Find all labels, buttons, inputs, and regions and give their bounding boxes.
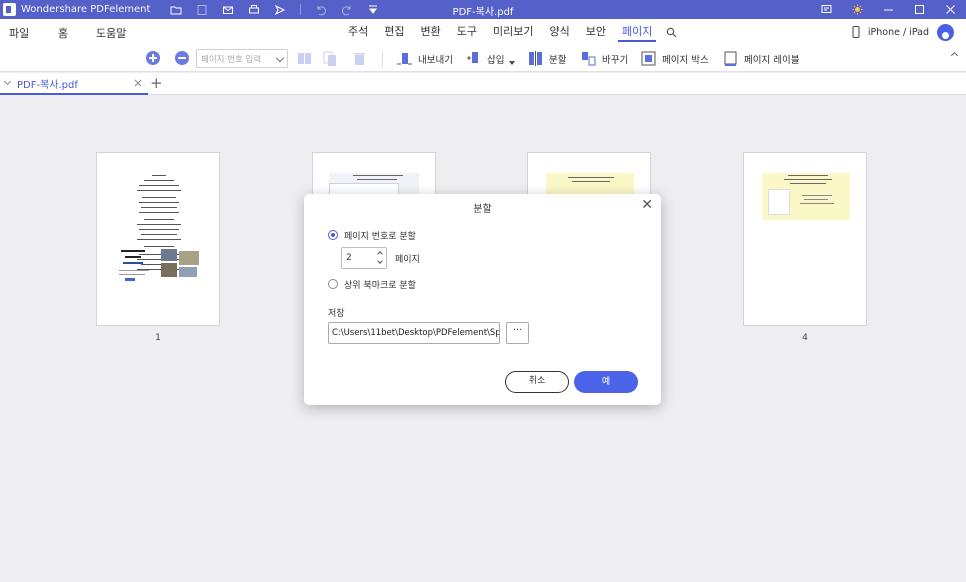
theme-sun-icon[interactable] bbox=[842, 0, 873, 19]
zoom-out-button[interactable] bbox=[175, 51, 189, 65]
ok-button[interactable]: 예 bbox=[574, 371, 638, 393]
tab-bar: PDF-복사.pdf × + bbox=[0, 73, 966, 95]
split-icon bbox=[529, 51, 542, 66]
page-thumbnail-4[interactable] bbox=[743, 152, 867, 326]
page-unit-label: 페이지 bbox=[395, 255, 420, 265]
close-window-icon[interactable] bbox=[935, 0, 966, 19]
export-button[interactable]: 내보내기 bbox=[396, 50, 453, 67]
page-box-label: 페이지 박스 bbox=[662, 54, 709, 66]
split-by-bookmark-label: 상위 북마크로 분할 bbox=[344, 281, 416, 291]
page-label-button[interactable]: 페이지 레이블 bbox=[722, 50, 799, 67]
save-location-label: 저장 bbox=[328, 309, 345, 319]
menu-view[interactable]: 미리보기 bbox=[485, 19, 541, 45]
print-icon[interactable] bbox=[248, 4, 260, 16]
menu-bar: 파일 홈 도움말 주석 편집 변환 도구 미리보기 양식 보안 페이지 iPho… bbox=[0, 19, 966, 45]
maximize-icon[interactable] bbox=[904, 0, 935, 19]
share-icon[interactable] bbox=[274, 4, 286, 16]
device-link[interactable]: iPhone / iPad bbox=[868, 27, 929, 38]
duplicate-page-button[interactable] bbox=[322, 50, 339, 67]
user-avatar[interactable] bbox=[937, 23, 954, 41]
insert-label: 삽입 bbox=[487, 54, 505, 66]
delete-page-button[interactable] bbox=[351, 50, 368, 67]
extract-icon bbox=[298, 53, 311, 64]
split-by-page-label: 페이지 번호로 분할 bbox=[344, 232, 416, 242]
extract-pages-button[interactable] bbox=[296, 50, 313, 67]
replace-label: 바꾸기 bbox=[602, 54, 629, 66]
page-number-4: 4 bbox=[802, 333, 808, 343]
cancel-button[interactable]: 취소 bbox=[505, 371, 569, 393]
page-range-select[interactable]: 페이지 번호 입력 bbox=[196, 49, 288, 68]
tab-document[interactable]: PDF-복사.pdf × bbox=[0, 73, 148, 95]
page-thumbnail-1[interactable] bbox=[96, 152, 220, 326]
stepper-up-icon[interactable] bbox=[377, 251, 383, 257]
page-range-placeholder: 페이지 번호 입력 bbox=[201, 55, 262, 65]
export-icon bbox=[397, 53, 412, 65]
app-logo-icon bbox=[3, 3, 16, 16]
duplicate-icon bbox=[323, 51, 336, 66]
split-button[interactable]: 분할 bbox=[527, 50, 566, 67]
replace-icon bbox=[582, 52, 596, 66]
browse-button[interactable]: ··· bbox=[506, 322, 529, 344]
menu-convert[interactable]: 변환 bbox=[413, 19, 449, 45]
new-tab-icon[interactable]: + bbox=[150, 75, 163, 91]
zoom-in-button[interactable] bbox=[146, 51, 160, 65]
toolbar-collapse-icon[interactable] bbox=[950, 51, 959, 60]
menu-tools[interactable]: 도구 bbox=[449, 19, 485, 45]
tab-label: PDF-복사.pdf bbox=[17, 79, 78, 91]
tab-menu-chevron-icon[interactable] bbox=[3, 77, 12, 86]
insert-dropdown-icon[interactable] bbox=[509, 60, 516, 65]
menu-home[interactable]: 홈 bbox=[58, 25, 68, 41]
save-icon[interactable] bbox=[196, 4, 208, 16]
undo-icon[interactable] bbox=[315, 4, 327, 16]
split-label: 분할 bbox=[549, 54, 567, 66]
page-count-stepper[interactable]: 2 bbox=[341, 247, 387, 269]
mail-icon[interactable] bbox=[222, 4, 234, 16]
menu-page[interactable]: 페이지 bbox=[614, 19, 660, 45]
stepper-down-icon[interactable] bbox=[377, 258, 383, 264]
zoom-out-icon bbox=[175, 51, 189, 65]
phone-icon bbox=[852, 26, 860, 38]
menu-comment[interactable]: 주석 bbox=[340, 19, 376, 45]
page-box-icon bbox=[641, 51, 656, 66]
chevron-down-icon bbox=[275, 53, 285, 63]
title-bar: Wondershare PDFelement PDF-복사.pdf bbox=[0, 0, 966, 19]
page-count-value: 2 bbox=[346, 253, 352, 263]
comment-panel-icon[interactable] bbox=[811, 0, 842, 19]
split-by-page-radio[interactable] bbox=[328, 230, 338, 240]
dialog-close-icon[interactable]: ✕ bbox=[641, 198, 653, 212]
split-dialog: 분할 ✕ 페이지 번호로 분할 2 페이지 상위 북마크로 분할 저장 C:\U… bbox=[304, 194, 661, 405]
page-label-label: 페이지 레이블 bbox=[744, 54, 800, 66]
replace-button[interactable]: 바꾸기 bbox=[580, 50, 628, 67]
app-name: Wondershare PDFelement bbox=[21, 4, 151, 15]
divider bbox=[300, 4, 302, 15]
page-number-1: 1 bbox=[155, 333, 161, 343]
toolbar-divider bbox=[382, 51, 383, 67]
page-box-button[interactable]: 페이지 박스 bbox=[640, 50, 709, 67]
open-folder-icon[interactable] bbox=[170, 4, 182, 16]
menu-help[interactable]: 도움말 bbox=[96, 25, 126, 41]
search-icon[interactable] bbox=[660, 19, 683, 45]
page-label-icon bbox=[724, 51, 737, 66]
insert-icon bbox=[467, 52, 478, 63]
save-path-input[interactable]: C:\Users\11bet\Desktop\PDFelement\Split bbox=[328, 322, 500, 344]
tab-close-icon[interactable]: × bbox=[133, 77, 143, 89]
menu-file[interactable]: 파일 bbox=[9, 25, 29, 41]
minimize-icon[interactable] bbox=[873, 0, 904, 19]
menu-protect[interactable]: 보안 bbox=[578, 19, 614, 45]
trash-icon bbox=[354, 53, 365, 65]
redo-icon[interactable] bbox=[341, 4, 353, 16]
quick-access-dropdown-icon[interactable] bbox=[367, 4, 379, 16]
insert-button[interactable]: 삽입 bbox=[465, 50, 516, 67]
menu-edit[interactable]: 편집 bbox=[376, 19, 412, 45]
page-toolbar: 페이지 번호 입력 내보내기 삽입 분할 바꾸기 페이지 박스 페이지 레이블 bbox=[0, 45, 966, 72]
export-label: 내보내기 bbox=[418, 54, 453, 66]
split-by-bookmark-radio[interactable] bbox=[328, 279, 338, 289]
zoom-in-icon bbox=[146, 51, 160, 65]
dialog-title: 분할 bbox=[473, 204, 492, 215]
menu-form[interactable]: 양식 bbox=[541, 19, 577, 45]
